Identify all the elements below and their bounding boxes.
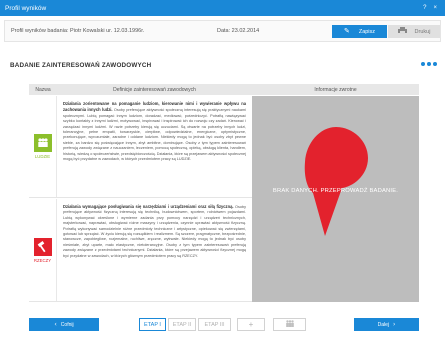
table-header: Nazwa Definicje zainteresowań zawodowych… bbox=[29, 84, 419, 95]
hammer-icon bbox=[33, 237, 52, 256]
column-header-definition: Definicje zainteresowań zawodowych bbox=[113, 86, 196, 93]
print-button[interactable]: Drukuj bbox=[388, 25, 440, 38]
help-icon[interactable]: ? bbox=[423, 5, 429, 11]
definition-body: Osoby preferujące aktywność fizyczną int… bbox=[63, 205, 246, 258]
table-row: LUDZIE Działania zorientowane na pomagan… bbox=[29, 96, 252, 198]
window-titlebar: Profil wyników ? × bbox=[0, 0, 445, 16]
next-button[interactable]: Dalej › bbox=[354, 318, 419, 331]
category-definition: Działania wymagające posługiwania się na… bbox=[57, 199, 252, 301]
column-header-name: Nazwa bbox=[35, 86, 51, 93]
pointer-shape bbox=[304, 127, 368, 236]
category-ludzie: LUDZIE bbox=[29, 96, 57, 197]
printer-icon bbox=[397, 27, 407, 36]
back-label: Cofnij bbox=[60, 321, 74, 328]
window-controls: ? × bbox=[423, 5, 440, 11]
definition-body: Osoby preferujące aktywność społeczną in… bbox=[63, 108, 246, 161]
chevron-right-icon: › bbox=[393, 320, 396, 328]
next-label: Dalej bbox=[377, 321, 389, 328]
category-definition: Działania zorientowane na pomaganie ludz… bbox=[57, 96, 252, 197]
stage-3-tab[interactable]: ETAP III bbox=[198, 318, 231, 331]
table-row: RZECZY Działania wymagające posługiwania… bbox=[29, 199, 252, 302]
category-rzeczy: RZECZY bbox=[29, 199, 57, 301]
category-label: LUDZIE bbox=[34, 154, 51, 159]
stage-2-tab[interactable]: ETAP II bbox=[168, 318, 196, 331]
group-icon bbox=[285, 320, 295, 329]
back-button[interactable]: ‹ Cofnij bbox=[29, 318, 99, 331]
column-header-feedback: Informacje zwrotne bbox=[314, 86, 357, 93]
print-label: Drukuj bbox=[414, 28, 431, 35]
results-header: Profil wyników badania: Piotr Kowalski u… bbox=[4, 20, 441, 42]
test-date: Data: 23.02.2014 bbox=[217, 28, 260, 34]
more-options-icon[interactable] bbox=[421, 62, 437, 66]
pencil-icon: ✎ bbox=[343, 27, 350, 35]
feedback-panel: BRAK DANYCH. PRZEPROWADŹ BADANIE. bbox=[252, 96, 419, 302]
close-icon[interactable]: × bbox=[433, 5, 440, 11]
chevron-left-icon: ‹ bbox=[54, 320, 57, 328]
category-label: RZECZY bbox=[33, 257, 52, 263]
definition-lead: Działania wymagające posługiwania się na… bbox=[63, 204, 234, 209]
section-title: BADANIE ZAINTERESOWAŃ ZAWODOWYCH bbox=[10, 62, 152, 69]
footer-navigation: ‹ Cofnij ETAP I ETAP II ETAP III + Dalej… bbox=[29, 318, 419, 331]
no-data-message: BRAK DANYCH. PRZEPROWADŹ BADANIE. bbox=[272, 188, 399, 194]
group-button[interactable] bbox=[273, 318, 306, 331]
window-title: Profil wyników bbox=[5, 4, 47, 12]
save-button[interactable]: ✎ Zapisz bbox=[332, 25, 387, 38]
stage-1-tab[interactable]: ETAP I bbox=[139, 318, 166, 331]
people-icon bbox=[33, 134, 52, 152]
save-label: Zapisz bbox=[358, 28, 376, 35]
add-button[interactable]: + bbox=[237, 318, 265, 331]
